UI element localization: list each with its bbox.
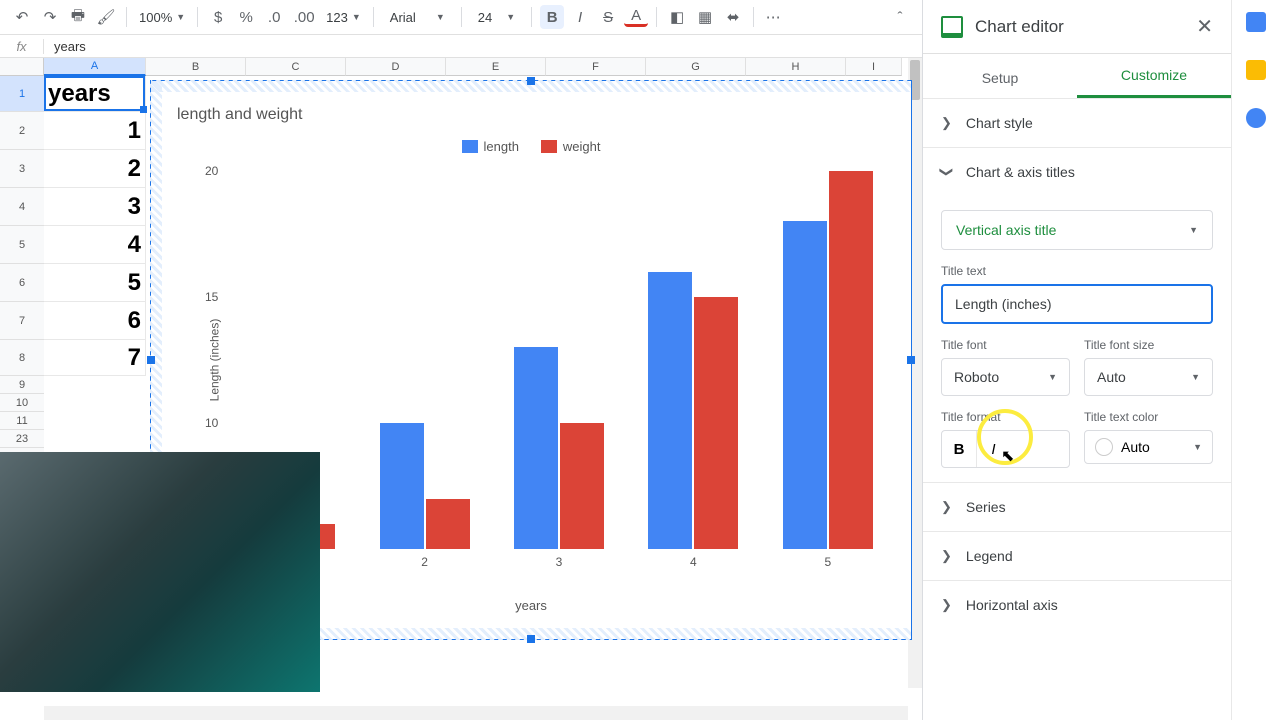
label-title-text-color: Title text color [1084,410,1213,424]
keep-icon[interactable] [1246,60,1266,80]
font-size-select[interactable]: 24▼ [470,10,523,25]
bold-button[interactable]: B [540,5,564,29]
zoom-select[interactable]: 100%▼ [135,10,189,25]
title-text-color-select[interactable]: Auto▼ [1084,430,1213,464]
row-header[interactable]: 9 [0,376,44,394]
tab-customize[interactable]: Customize [1077,55,1231,98]
paint-format-icon[interactable]: 🖌 [94,5,118,29]
column-header[interactable]: H [746,58,846,76]
chart-editor-panel: Chart editor ✕ Setup Customize ❯Chart st… [922,0,1231,720]
webcam-overlay [0,452,320,692]
title-italic-button[interactable]: I [976,431,1010,467]
section-chart-style[interactable]: ❯Chart style [923,98,1231,147]
row-header[interactable]: 7 [0,302,44,340]
row-header[interactable]: 2 [0,112,44,150]
fx-icon: fx [0,39,44,54]
cell[interactable]: years [44,76,146,112]
print-icon[interactable]: 🖶 [66,5,90,29]
row-header[interactable]: 3 [0,150,44,188]
y-axis-title[interactable]: Length (inches) [207,319,221,402]
label-title-text: Title text [941,264,1213,278]
cell[interactable]: 6 [44,302,146,340]
horizontal-scrollbar[interactable] [44,706,908,720]
italic-button[interactable]: I [568,5,592,29]
column-header[interactable]: F [546,58,646,76]
chart-plot-area[interactable]: 10152012345 [223,171,895,549]
label-title-format: Title format [941,410,1070,424]
column-header[interactable]: A [44,58,146,76]
title-text-input[interactable] [941,284,1213,324]
row-header[interactable]: 4 [0,188,44,226]
column-header[interactable]: I [846,58,902,76]
more-formats[interactable]: 123▼ [322,10,365,25]
chart-bar[interactable] [560,423,604,549]
more-toolbar-icon[interactable]: ⋯ [762,5,786,29]
increase-decimal-icon[interactable]: .00 [290,5,318,29]
section-chart-axis-titles[interactable]: ❯Chart & axis titles [923,147,1231,196]
select-all-corner[interactable] [0,58,44,76]
formula-value[interactable]: years [44,39,86,54]
row-header[interactable]: 5 [0,226,44,264]
panel-title: Chart editor [975,17,1184,37]
tab-setup[interactable]: Setup [923,58,1077,98]
close-icon[interactable]: ✕ [1196,14,1213,39]
title-font-size-select[interactable]: Auto▼ [1084,358,1213,396]
strikethrough-button[interactable]: S [596,5,620,29]
cell[interactable]: 4 [44,226,146,264]
borders-icon[interactable]: ▦ [693,5,717,29]
row-header[interactable]: 1 [0,76,44,112]
column-header[interactable]: D [346,58,446,76]
row-header[interactable]: 23 [0,430,44,448]
row-header[interactable]: 8 [0,340,44,376]
column-header[interactable]: G [646,58,746,76]
cell[interactable]: 1 [44,112,146,150]
decrease-decimal-icon[interactable]: .0 [262,5,286,29]
chart-bar[interactable] [648,272,692,549]
chart-title[interactable]: length and weight [177,106,302,124]
row-header[interactable]: 10 [0,394,44,412]
percent-icon[interactable]: % [234,5,258,29]
undo-icon[interactable]: ↶ [10,5,34,29]
currency-icon[interactable]: $ [206,5,230,29]
label-title-font-size: Title font size [1084,338,1213,352]
chart-bar[interactable] [829,171,873,549]
column-header[interactable]: E [446,58,546,76]
cell[interactable]: 2 [44,150,146,188]
title-type-select[interactable]: Vertical axis title▼ [941,210,1213,250]
chart-bar[interactable] [514,347,558,549]
formula-bar: fx years [0,34,922,58]
chart-bar[interactable] [783,221,827,549]
tasks-icon[interactable] [1246,108,1266,128]
chart-bar[interactable] [426,499,470,549]
cell[interactable]: 5 [44,264,146,302]
collapse-toolbar-icon[interactable]: ˆ [888,5,912,29]
label-title-font: Title font [941,338,1070,352]
section-horizontal-axis[interactable]: ❯Horizontal axis [923,580,1231,629]
chart-icon [941,16,963,38]
toolbar: ↶ ↷ 🖶 🖌 100%▼ $ % .0 .00 123▼ Arial▼ 24▼… [0,0,922,34]
cell[interactable]: 3 [44,188,146,226]
text-color-button[interactable]: A [624,7,648,27]
column-header[interactable]: B [146,58,246,76]
chart-legend[interactable]: length weight [151,139,911,154]
merge-cells-icon[interactable]: ⬌ [721,5,745,29]
section-legend[interactable]: ❯Legend [923,531,1231,580]
title-font-select[interactable]: Roboto▼ [941,358,1070,396]
row-header[interactable]: 11 [0,412,44,430]
calendar-icon[interactable] [1246,12,1266,32]
panel-tabs: Setup Customize [923,54,1231,98]
chart-bar[interactable] [694,297,738,549]
redo-icon[interactable]: ↷ [38,5,62,29]
column-header[interactable]: C [246,58,346,76]
chart-bar[interactable] [380,423,424,549]
row-header[interactable]: 6 [0,264,44,302]
font-select[interactable]: Arial▼ [382,10,453,25]
fill-color-icon[interactable]: ◧ [665,5,689,29]
title-bold-button[interactable]: B [942,431,976,467]
section-series[interactable]: ❯Series [923,482,1231,531]
cell[interactable]: 7 [44,340,146,376]
side-panel [1231,0,1280,720]
